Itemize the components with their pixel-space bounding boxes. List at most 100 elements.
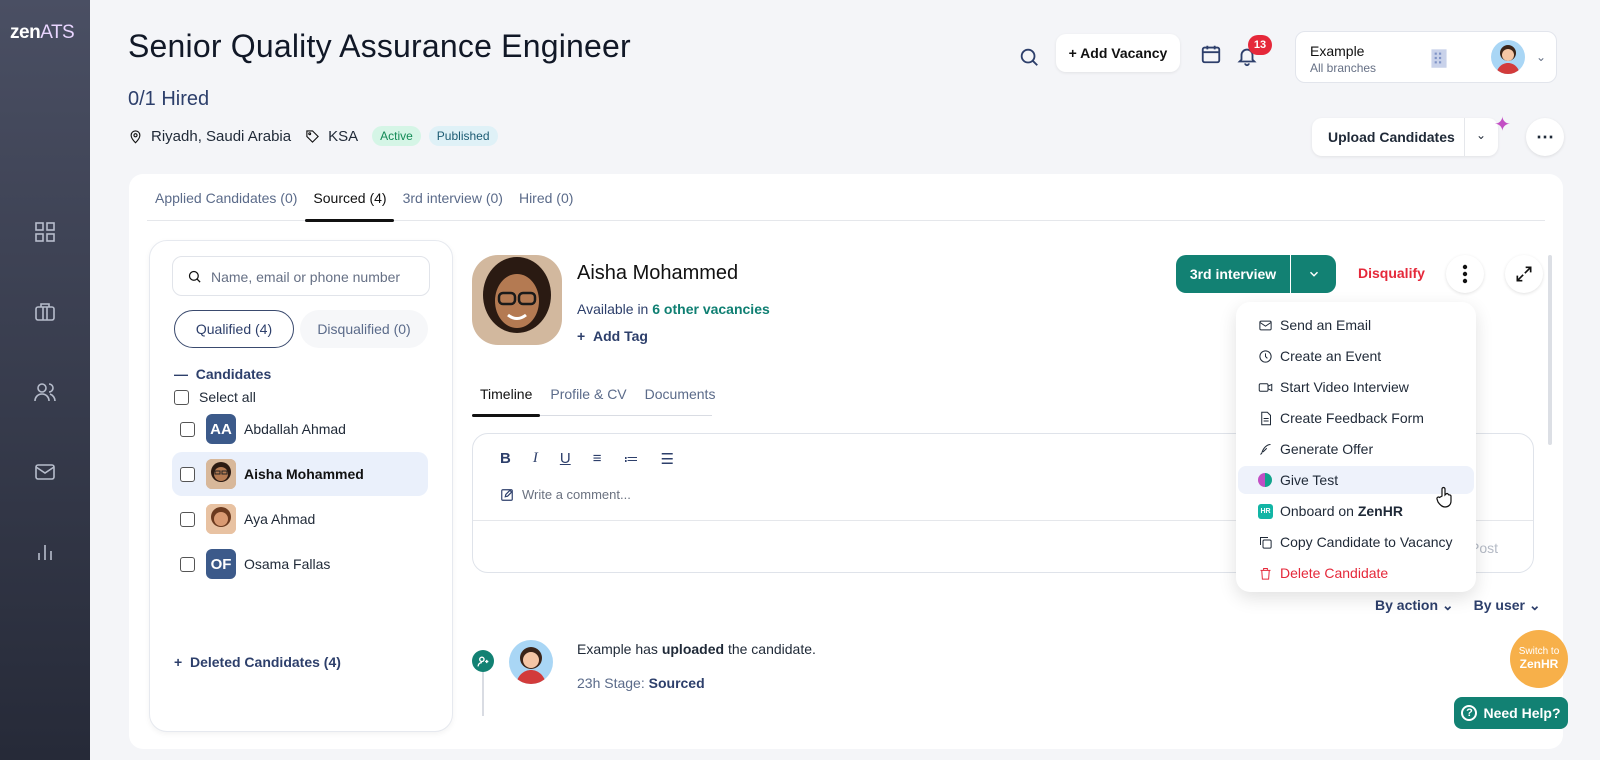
filter-by-action[interactable]: By action ⌄: [1375, 597, 1454, 614]
timeline-action: uploaded: [661, 641, 725, 657]
candidate-name: Abdallah Ahmad: [244, 421, 346, 437]
switch-brand: ZenHR: [1519, 657, 1559, 671]
disqualify-button[interactable]: Disqualify: [1358, 265, 1425, 281]
deleted-candidates-label: Deleted Candidates (4): [189, 654, 341, 670]
bullet-list-icon[interactable]: ≡: [593, 450, 602, 468]
candidate-name: Osama Fallas: [244, 556, 331, 572]
row-checkbox[interactable]: [180, 467, 195, 482]
tab-profile-cv[interactable]: Profile & CV: [550, 386, 626, 402]
search-placeholder: Name, email or phone number: [211, 269, 401, 285]
tab-hired[interactable]: Hired (0): [519, 190, 573, 206]
onboard-prefix: Onboard on: [1280, 503, 1358, 519]
numbered-list-icon[interactable]: ≔: [623, 450, 638, 468]
filter-by-user[interactable]: By user ⌄: [1474, 597, 1541, 614]
zenats-logo[interactable]: zenATS: [10, 22, 75, 44]
avatar: [206, 459, 236, 489]
pen-icon: [1260, 443, 1271, 455]
location-text: Riyadh, Saudi Arabia: [151, 127, 292, 145]
calendar-icon[interactable]: [1200, 43, 1222, 70]
chevron-down-icon[interactable]: ⌄: [1536, 50, 1546, 64]
mail-icon: [1259, 320, 1272, 330]
account-switcher[interactable]: Example All branches ⌄: [1295, 31, 1557, 83]
timeline-entry-meta: 23h Stage: Sourced: [577, 675, 705, 691]
underline-icon[interactable]: U: [560, 450, 571, 468]
add-tag-button[interactable]: + Add Tag: [577, 328, 648, 344]
other-vacancies-link[interactable]: 6 other vacancies: [652, 301, 770, 317]
help-label: Need Help?: [1483, 705, 1561, 721]
switch-to-zenhr-button[interactable]: Switch to ZenHR: [1510, 630, 1568, 688]
hand-cursor-icon: [1436, 486, 1454, 513]
sparkle-icon[interactable]: ✦: [1494, 112, 1511, 137]
menu-item-create-event[interactable]: Create an Event: [1238, 342, 1474, 370]
menu-item-send-email[interactable]: Send an Email: [1238, 311, 1474, 339]
stage-dropdown-button[interactable]: [1291, 255, 1336, 293]
hired-count: 0/1 Hired: [128, 88, 210, 110]
status-badge-published: Published: [428, 126, 498, 146]
briefcase-icon[interactable]: [33, 300, 57, 324]
availability-text: Available in 6 other vacancies: [577, 301, 770, 317]
candidate-row-selected[interactable]: Aisha Mohammed: [172, 452, 428, 496]
deleted-candidates-toggle[interactable]: + Deleted Candidates (4): [174, 654, 341, 670]
menu-item-label: Delete Candidate: [1280, 565, 1389, 581]
row-checkbox[interactable]: [180, 557, 195, 572]
candidates-section-toggle[interactable]: — Candidates: [174, 366, 271, 382]
comment-placeholder: Write a comment...: [522, 487, 631, 502]
candidate-row[interactable]: OF Osama Fallas: [172, 542, 428, 586]
candidates-heading: Candidates: [195, 366, 272, 382]
mail-icon[interactable]: [33, 460, 57, 484]
user-avatar[interactable]: [1491, 40, 1525, 74]
upload-label: Upload Candidates: [1328, 129, 1455, 145]
menu-item-label: Generate Offer: [1280, 441, 1374, 457]
candidate-actions-menu: Send an Email Create an Event Start Vide…: [1236, 302, 1476, 592]
candidate-name: Aisha Mohammed: [244, 466, 364, 482]
active-tab-indicator: [305, 219, 394, 222]
menu-item-start-video-interview[interactable]: Start Video Interview: [1238, 373, 1474, 401]
menu-item-create-feedback-form[interactable]: Create Feedback Form: [1238, 404, 1474, 432]
status-badge-active: Active: [372, 126, 421, 146]
sidebar: zenATS: [0, 0, 90, 760]
tab-documents[interactable]: Documents: [645, 386, 716, 402]
page-title: Senior Quality Assurance Engineer: [128, 28, 631, 64]
expand-button[interactable]: [1505, 255, 1543, 293]
bold-icon[interactable]: B: [500, 450, 511, 468]
people-icon[interactable]: [33, 380, 57, 404]
avatar: OF: [206, 549, 236, 579]
stage-button[interactable]: 3rd interview: [1176, 255, 1290, 293]
tab-3rd-interview[interactable]: 3rd interview (0): [403, 190, 503, 206]
menu-item-delete-candidate[interactable]: Delete Candidate: [1238, 559, 1474, 587]
chevron-down-icon[interactable]: ⌄: [1476, 128, 1486, 142]
timeline-entry-text: Example has uploaded the candidate.: [577, 641, 816, 657]
menu-item-generate-offer[interactable]: Generate Offer: [1238, 435, 1474, 463]
row-checkbox[interactable]: [180, 512, 195, 527]
disqualified-filter-button[interactable]: Disqualified (0): [300, 310, 428, 348]
tab-sourced[interactable]: Sourced (4): [313, 190, 386, 206]
select-all-checkbox[interactable]: [174, 390, 189, 405]
chart-icon[interactable]: [33, 540, 57, 564]
candidate-search-input[interactable]: Name, email or phone number: [172, 256, 430, 296]
more-options-button[interactable]: ⋯: [1526, 118, 1564, 156]
select-all-label: Select all: [199, 389, 256, 405]
dashboard-icon[interactable]: [33, 220, 57, 244]
kebab-menu-button[interactable]: [1446, 255, 1484, 293]
video-icon: [1258, 382, 1273, 392]
upload-candidates-button[interactable]: Upload Candidates ⌄: [1312, 118, 1498, 156]
candidate-row[interactable]: Aya Ahmad: [172, 497, 428, 541]
add-vacancy-button[interactable]: + Add Vacancy: [1056, 34, 1180, 72]
menu-item-label: Onboard on ZenHR: [1280, 503, 1403, 519]
tab-applied[interactable]: Applied Candidates (0): [155, 190, 297, 206]
qualified-filter-button[interactable]: Qualified (4): [174, 310, 294, 348]
candidate-name-title: Aisha Mohammed: [577, 262, 739, 284]
avatar: AA: [206, 414, 236, 444]
comment-input[interactable]: Write a comment...: [500, 487, 631, 502]
scrollbar[interactable]: [1548, 255, 1552, 445]
search-icon[interactable]: [1018, 46, 1040, 73]
candidate-row[interactable]: AA Abdallah Ahmad: [172, 407, 428, 451]
timeline-time: 23h Stage:: [577, 675, 645, 691]
tab-timeline[interactable]: Timeline: [480, 386, 532, 402]
menu-item-copy-candidate[interactable]: Copy Candidate to Vacancy: [1238, 528, 1474, 556]
align-icon[interactable]: ☰: [660, 450, 673, 468]
menu-item-label: Copy Candidate to Vacancy: [1280, 534, 1453, 550]
italic-icon[interactable]: I: [533, 450, 538, 468]
row-checkbox[interactable]: [180, 422, 195, 437]
need-help-button[interactable]: ? Need Help?: [1454, 697, 1568, 729]
